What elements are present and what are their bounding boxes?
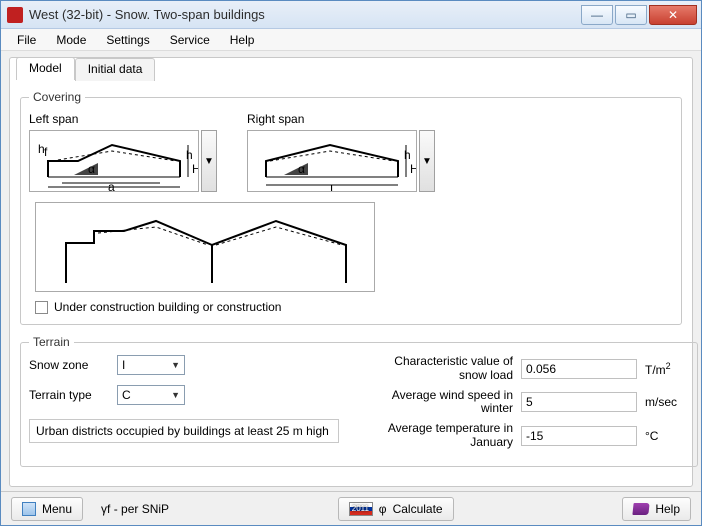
- snow-zone-value: I: [122, 358, 125, 372]
- phi-icon: φ: [379, 502, 387, 516]
- menu-settings[interactable]: Settings: [98, 31, 157, 49]
- content-area: Model Initial data Covering Left span: [1, 51, 701, 491]
- terrain-type-select[interactable]: C ▼: [117, 385, 185, 405]
- svg-text:H: H: [192, 162, 199, 176]
- menu-button[interactable]: Menu: [11, 497, 83, 521]
- chevron-down-icon: ▼: [171, 390, 180, 400]
- calculate-label: Calculate: [393, 502, 443, 516]
- left-span-diagram: α hf h H a: [29, 130, 199, 192]
- char-snow-label: Characteristic value of snow load: [373, 355, 513, 383]
- svg-text:h: h: [404, 148, 411, 162]
- covering-group: Covering Left span: [20, 90, 682, 325]
- tab-strip: Model Initial data: [16, 57, 155, 80]
- titlebar: West (32-bit) - Snow. Two-span buildings…: [1, 1, 701, 29]
- book-icon: [633, 503, 650, 515]
- menu-icon: [22, 502, 36, 516]
- covering-legend: Covering: [29, 90, 85, 104]
- menu-help[interactable]: Help: [222, 31, 263, 49]
- snow-zone-select[interactable]: I ▼: [117, 355, 185, 375]
- terrain-legend: Terrain: [29, 335, 74, 349]
- under-construction-label: Under construction building or construct…: [54, 300, 281, 314]
- snow-zone-label: Snow zone: [29, 358, 109, 372]
- tab-container: Model Initial data Covering Left span: [9, 57, 693, 487]
- window-title: West (32-bit) - Snow. Two-span buildings: [29, 7, 579, 22]
- model-panel: Covering Left span: [10, 80, 692, 486]
- building-preview: [35, 202, 375, 292]
- svg-text:α: α: [298, 162, 305, 176]
- wind-speed-unit: m/sec: [645, 395, 689, 409]
- right-span-diagram: α h H L: [247, 130, 417, 192]
- tab-model[interactable]: Model: [16, 57, 75, 80]
- menubar: File Mode Settings Service Help: [1, 29, 701, 51]
- char-snow-input[interactable]: [521, 359, 637, 379]
- menu-mode[interactable]: Mode: [48, 31, 94, 49]
- close-button[interactable]: ✕: [649, 5, 697, 25]
- right-span-dropdown[interactable]: ▼: [419, 130, 435, 192]
- terrain-type-value: C: [122, 388, 131, 402]
- svg-text:L: L: [330, 182, 337, 192]
- tab-initial-data[interactable]: Initial data: [75, 58, 156, 81]
- main-window: West (32-bit) - Snow. Two-span buildings…: [0, 0, 702, 526]
- calculate-button[interactable]: φ Calculate: [338, 497, 454, 521]
- wind-speed-label: Average wind speed in winter: [373, 389, 513, 417]
- flag-icon: [349, 502, 373, 516]
- avg-temp-unit: °C: [645, 429, 689, 443]
- left-span-dropdown[interactable]: ▼: [201, 130, 217, 192]
- char-snow-unit: T/m2: [645, 361, 689, 377]
- left-span-label: Left span: [29, 112, 217, 126]
- terrain-description: Urban districts occupied by buildings at…: [29, 419, 339, 443]
- status-bar: Menu γf - per SNiP φ Calculate Help: [1, 491, 701, 525]
- under-construction-checkbox[interactable]: [35, 301, 48, 314]
- menu-button-label: Menu: [42, 502, 72, 516]
- avg-temp-label: Average temperature in January: [373, 422, 513, 450]
- svg-text:α: α: [88, 162, 95, 176]
- app-icon: [7, 7, 23, 23]
- right-span-label: Right span: [247, 112, 435, 126]
- maximize-button[interactable]: ▭: [615, 5, 647, 25]
- svg-text:H: H: [410, 162, 417, 176]
- snip-label: γf - per SNiP: [101, 502, 169, 516]
- svg-text:a: a: [108, 180, 115, 192]
- help-button[interactable]: Help: [622, 497, 691, 521]
- menu-file[interactable]: File: [9, 31, 44, 49]
- terrain-type-label: Terrain type: [29, 388, 109, 402]
- wind-speed-input[interactable]: [521, 392, 637, 412]
- minimize-button[interactable]: —: [581, 5, 613, 25]
- terrain-group: Terrain Snow zone I ▼ Terrain: [20, 335, 698, 467]
- help-label: Help: [655, 502, 680, 516]
- svg-text:h: h: [186, 148, 193, 162]
- avg-temp-input[interactable]: [521, 426, 637, 446]
- window-buttons: — ▭ ✕: [579, 5, 697, 25]
- chevron-down-icon: ▼: [171, 360, 180, 370]
- menu-service[interactable]: Service: [162, 31, 218, 49]
